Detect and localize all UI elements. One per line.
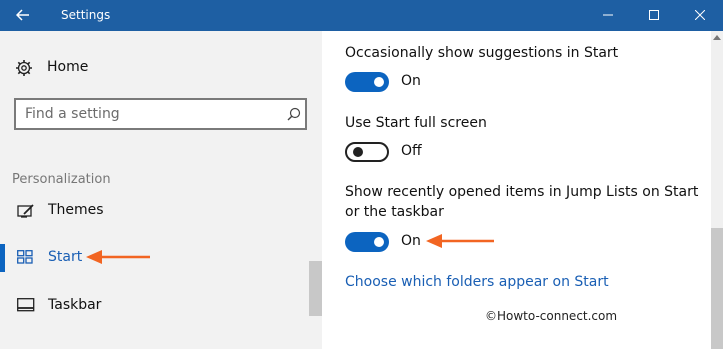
selected-indicator bbox=[0, 244, 5, 272]
content-scrollbar-thumb[interactable] bbox=[711, 228, 723, 349]
setting-label-jumplists-line2: or the taskbar bbox=[345, 204, 444, 220]
sidebar-item-label: Start bbox=[48, 249, 83, 265]
toggle-knob bbox=[374, 237, 384, 247]
back-button[interactable] bbox=[0, 0, 46, 31]
suggestions-toggle[interactable] bbox=[345, 72, 389, 92]
nav-home-label: Home bbox=[47, 59, 89, 75]
setting-label-fullscreen: Use Start full screen bbox=[345, 115, 487, 131]
nav-scrollbar-thumb[interactable] bbox=[309, 261, 322, 316]
search-icon bbox=[287, 107, 301, 121]
fullscreen-toggle-state: Off bbox=[401, 143, 422, 159]
close-icon bbox=[695, 10, 705, 20]
back-arrow-icon bbox=[16, 9, 29, 21]
toggle-knob bbox=[353, 147, 363, 157]
search-placeholder: Find a setting bbox=[25, 106, 120, 122]
start-icon bbox=[17, 250, 33, 264]
navigation-pane: Home Find a setting Personalization Them… bbox=[0, 31, 322, 349]
minimize-icon bbox=[603, 14, 613, 16]
search-input[interactable]: Find a setting bbox=[14, 98, 307, 130]
taskbar-icon bbox=[17, 298, 35, 312]
nav-home[interactable]: Home bbox=[15, 57, 215, 79]
setting-label-jumplists-line1: Show recently opened items in Jump Lists… bbox=[345, 184, 699, 200]
suggestions-toggle-state: On bbox=[401, 73, 421, 89]
toggle-knob bbox=[374, 77, 384, 87]
annotation-arrow-icon bbox=[426, 234, 494, 248]
sidebar-item-label: Themes bbox=[48, 202, 104, 218]
sidebar-item-themes[interactable]: Themes bbox=[0, 193, 300, 229]
close-button[interactable] bbox=[677, 0, 723, 31]
settings-window: Settings Home Find a setting Personaliza… bbox=[0, 0, 723, 349]
jumplists-toggle[interactable] bbox=[345, 232, 389, 252]
gear-icon bbox=[16, 60, 32, 76]
maximize-icon bbox=[649, 10, 659, 20]
maximize-button[interactable] bbox=[631, 0, 677, 31]
window-title: Settings bbox=[61, 8, 111, 22]
minimize-button[interactable] bbox=[585, 0, 631, 31]
scroll-up-icon[interactable] bbox=[713, 34, 721, 40]
choose-folders-link[interactable]: Choose which folders appear on Start bbox=[345, 274, 609, 290]
fullscreen-toggle[interactable] bbox=[345, 142, 389, 162]
sidebar-item-label: Taskbar bbox=[48, 297, 102, 313]
section-label: Personalization bbox=[12, 172, 111, 187]
title-bar: Settings bbox=[0, 0, 723, 31]
sidebar-item-taskbar[interactable]: Taskbar bbox=[0, 288, 300, 324]
setting-label-suggestions: Occasionally show suggestions in Start bbox=[345, 45, 619, 61]
themes-icon bbox=[17, 204, 34, 218]
content-pane: Occasionally show suggestions in Start O… bbox=[322, 31, 723, 349]
watermark: ©Howto-connect.com bbox=[485, 309, 618, 323]
jumplists-toggle-state: On bbox=[401, 233, 421, 249]
annotation-arrow-icon bbox=[86, 250, 150, 264]
